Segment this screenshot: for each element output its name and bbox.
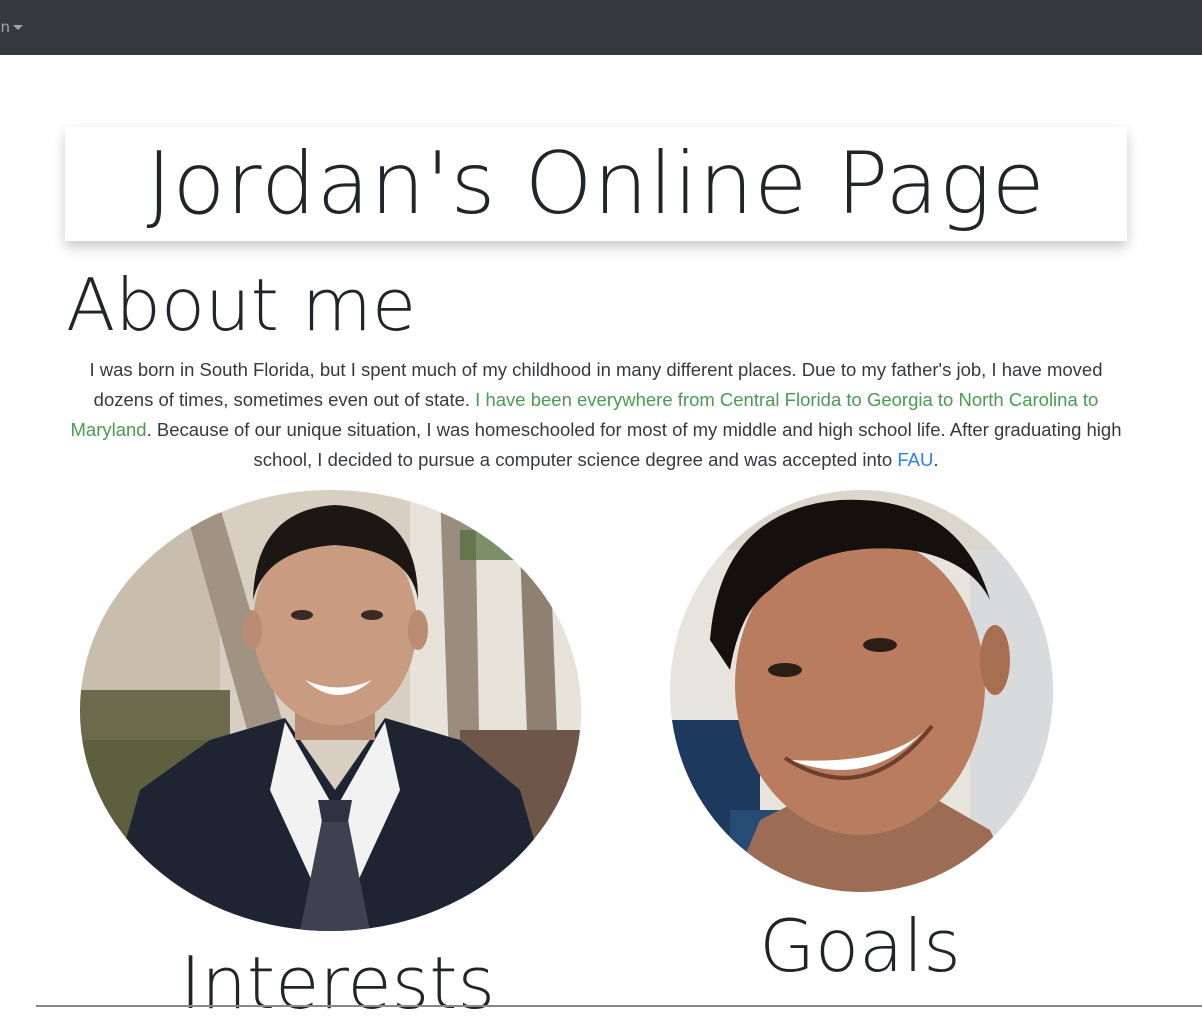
fau-link[interactable]: FAU [897,449,933,470]
about-paragraph: I was born in South Florida, but I spent… [70,355,1122,475]
goals-heading: Goals [759,904,961,988]
top-navbar: Dropdown [0,0,1202,55]
title-card: Jordan's Online Page [65,127,1127,241]
about-text-part2: . Because of our unique situation, I was… [146,419,1122,470]
page-title: Jordan's Online Page [146,134,1046,234]
about-text-part3: . [933,449,939,470]
interests-heading: Interests [180,941,495,1025]
profile-photo-selfie [670,490,1053,892]
caret-down-icon[interactable] [13,24,23,30]
nav-dropdown-toggle[interactable]: Dropdown [0,17,23,37]
nav-dropdown-label[interactable]: Dropdown [0,17,10,37]
profile-photo-suit [80,490,581,931]
about-heading: About me [66,263,417,347]
